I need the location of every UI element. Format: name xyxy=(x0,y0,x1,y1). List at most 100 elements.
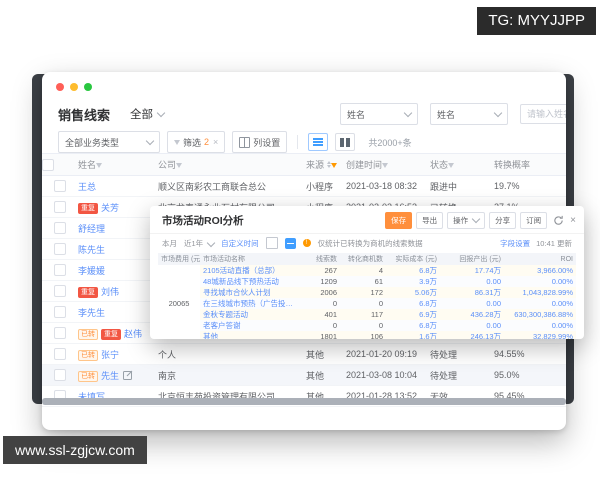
lead-name-link[interactable]: 赵伟 xyxy=(124,329,142,339)
search-controls: 姓名 姓名 xyxy=(340,103,566,125)
row-checkbox[interactable] xyxy=(54,264,66,276)
filter-count: 2 xyxy=(204,137,210,147)
list-icon xyxy=(313,138,324,146)
share-button[interactable]: 分享 xyxy=(489,212,517,229)
row-checkbox[interactable] xyxy=(54,222,66,234)
roi-panel-title: 市场活动ROI分析 xyxy=(162,215,244,227)
select-all-checkbox[interactable] xyxy=(42,158,54,171)
export-image-icon[interactable] xyxy=(265,237,278,249)
kanban-icon xyxy=(340,137,351,147)
chevron-down-icon xyxy=(403,108,413,117)
chevron-down-icon xyxy=(206,238,216,247)
table-header-row: 姓名 公司 来源 创建时间 状态 转换概率 xyxy=(42,153,566,176)
funnel-icon[interactable] xyxy=(448,163,455,168)
search-field2-select[interactable]: 姓名 xyxy=(430,103,508,125)
active-funnel-icon[interactable] xyxy=(331,163,338,168)
filter-chip-button[interactable]: 筛选 2 × xyxy=(167,131,226,153)
table-row[interactable]: 已转 张宁 个人 其他 2021-01-20 09:19 待处理 94.55% xyxy=(42,343,566,365)
export-button[interactable]: 导出 xyxy=(416,212,444,229)
field-settings-link[interactable]: 字段设置 xyxy=(500,238,530,249)
period-label: 本月 xyxy=(162,238,177,248)
roi-table: 市场费用 (元) 市场活动名称 线索数 转化商机数 实际成本 (元) 回报产出 … xyxy=(158,253,576,339)
scope-dropdown[interactable]: 全部 xyxy=(130,106,166,122)
search-input[interactable] xyxy=(520,104,566,124)
edit-pencil-icon[interactable] xyxy=(123,370,133,380)
converted-badge: 已转 xyxy=(78,370,98,382)
funnel-icon[interactable] xyxy=(176,163,183,168)
row-checkbox[interactable] xyxy=(54,306,66,318)
tg-watermark-badge: TG: MYYJJPP xyxy=(477,7,596,35)
horizontal-scrollbar[interactable] xyxy=(42,398,566,405)
funnel-icon[interactable] xyxy=(382,163,389,168)
roi-row: 寻找城市合伙人计划 2006 172 5.06万 86.31万 1,043,82… xyxy=(158,287,576,298)
lead-name-link[interactable]: 陈先生 xyxy=(78,245,105,255)
lead-name-link[interactable]: 舒经理 xyxy=(78,224,105,234)
column-settings-button[interactable]: 列设置 xyxy=(232,131,288,153)
converted-badge: 已转 xyxy=(78,349,98,361)
close-traffic-icon[interactable] xyxy=(56,83,64,91)
site-watermark-badge: www.ssl-zgjcw.com xyxy=(3,436,147,464)
roi-row: 金秋专题活动 401 117 6.9万 436.28万 630,300,386.… xyxy=(158,309,576,320)
updated-time: 10:41 更新 xyxy=(536,238,572,248)
duplicate-badge: 重复 xyxy=(78,286,98,298)
campaign-link[interactable]: 其他 xyxy=(200,331,300,339)
row-checkbox[interactable] xyxy=(54,348,66,360)
roi-row: 20065 2105活动直播（总部） 267 4 6.8万 17.74万 3,9… xyxy=(158,265,576,339)
lead-name-link[interactable]: 先生 xyxy=(101,371,119,381)
row-checkbox[interactable] xyxy=(54,243,66,255)
zoom-traffic-icon[interactable] xyxy=(84,83,92,91)
roi-row: 在三线城市预热（广告投放） 0 0 6.8万 0.00 0.00% xyxy=(158,298,576,309)
list-view-toggle[interactable] xyxy=(308,133,329,151)
row-checkbox[interactable] xyxy=(54,369,66,381)
window-traffic-lights xyxy=(56,83,92,91)
chevron-down-icon xyxy=(145,136,155,145)
campaign-link[interactable]: 48城新品线下预热活动 xyxy=(200,276,300,287)
roi-row: 其他 1801 106 1.6万 246.13万 32,829.99% xyxy=(158,331,576,339)
roi-row: 48城新品线下预热活动 1209 61 3.9万 0.00 0.00% xyxy=(158,276,576,287)
refresh-icon[interactable] xyxy=(553,215,564,226)
row-checkbox[interactable] xyxy=(54,180,66,192)
clear-filter-icon[interactable]: × xyxy=(213,137,218,147)
roi-toolbar: 本月 近1年 自定义时间 ! 仅统计已转换为商机的线索数据 字段设置 10:41… xyxy=(150,234,584,253)
roi-panel: 市场活动ROI分析 保存 导出 操作 分享 订阅 × 本月 近1年 自定义时间 … xyxy=(150,206,584,339)
row-checkbox[interactable] xyxy=(54,201,66,213)
campaign-link[interactable]: 在三线城市预热（广告投放） xyxy=(200,298,300,309)
campaign-link[interactable]: 老客户答谢 xyxy=(200,320,300,331)
table-row[interactable]: 已转 先生 南京 其他 2021-03-08 10:04 待处理 95.0% xyxy=(42,364,566,386)
lead-name-link[interactable]: 李媛媛 xyxy=(78,266,105,276)
lead-name-link[interactable]: 王总 xyxy=(78,182,96,192)
search-field1-select[interactable]: 姓名 xyxy=(340,103,418,125)
lead-name-link[interactable]: 张宁 xyxy=(101,350,119,360)
funnel-icon xyxy=(174,139,180,145)
converted-badge: 已转 xyxy=(78,328,98,340)
roi-row: 老客户答谢 0 0 6.8万 0.00 0.00% xyxy=(158,320,576,331)
subscribe-button[interactable]: 订阅 xyxy=(520,212,548,229)
chevron-down-icon xyxy=(156,108,166,117)
campaign-link[interactable]: 2105活动直播（总部） xyxy=(200,265,300,276)
roi-header-row: 市场费用 (元) 市场活动名称 线索数 转化商机数 实际成本 (元) 回报产出 … xyxy=(158,253,576,265)
roi-note: 仅统计已转换为商机的线索数据 xyxy=(317,238,423,248)
chevron-down-icon xyxy=(493,108,503,117)
campaign-link[interactable]: 金秋专题活动 xyxy=(200,309,300,320)
lead-name-link[interactable]: 刘伟 xyxy=(101,287,119,297)
range-dropdown[interactable]: 近1年 xyxy=(184,238,216,249)
minimize-traffic-icon[interactable] xyxy=(70,83,78,91)
chevron-down-icon xyxy=(471,214,481,224)
save-button[interactable]: 保存 xyxy=(385,212,413,229)
row-checkbox[interactable] xyxy=(54,285,66,297)
campaign-link[interactable]: 寻找城市合伙人计划 xyxy=(200,287,300,298)
kanban-view-toggle[interactable] xyxy=(335,133,356,151)
lead-name-link[interactable]: 李先生 xyxy=(78,308,105,318)
chart-view-icon[interactable] xyxy=(284,237,296,249)
columns-icon xyxy=(239,136,251,148)
row-checkbox[interactable] xyxy=(54,327,66,339)
custom-range-link[interactable]: 自定义时间 xyxy=(221,238,259,249)
lead-name-link[interactable]: 关芳 xyxy=(101,203,119,213)
divider xyxy=(297,135,299,149)
close-icon[interactable]: × xyxy=(570,215,576,226)
table-row[interactable]: 王总 顺义区南彩农工商联合总公 小程序 2021-03-18 08:32 跟进中… xyxy=(42,175,566,197)
roi-panel-header: 市场活动ROI分析 保存 导出 操作 分享 订阅 × xyxy=(150,206,584,234)
business-type-select[interactable]: 全部业务类型 xyxy=(58,131,160,153)
funnel-icon[interactable] xyxy=(96,163,103,168)
actions-dropdown-button[interactable]: 操作 xyxy=(447,212,486,229)
